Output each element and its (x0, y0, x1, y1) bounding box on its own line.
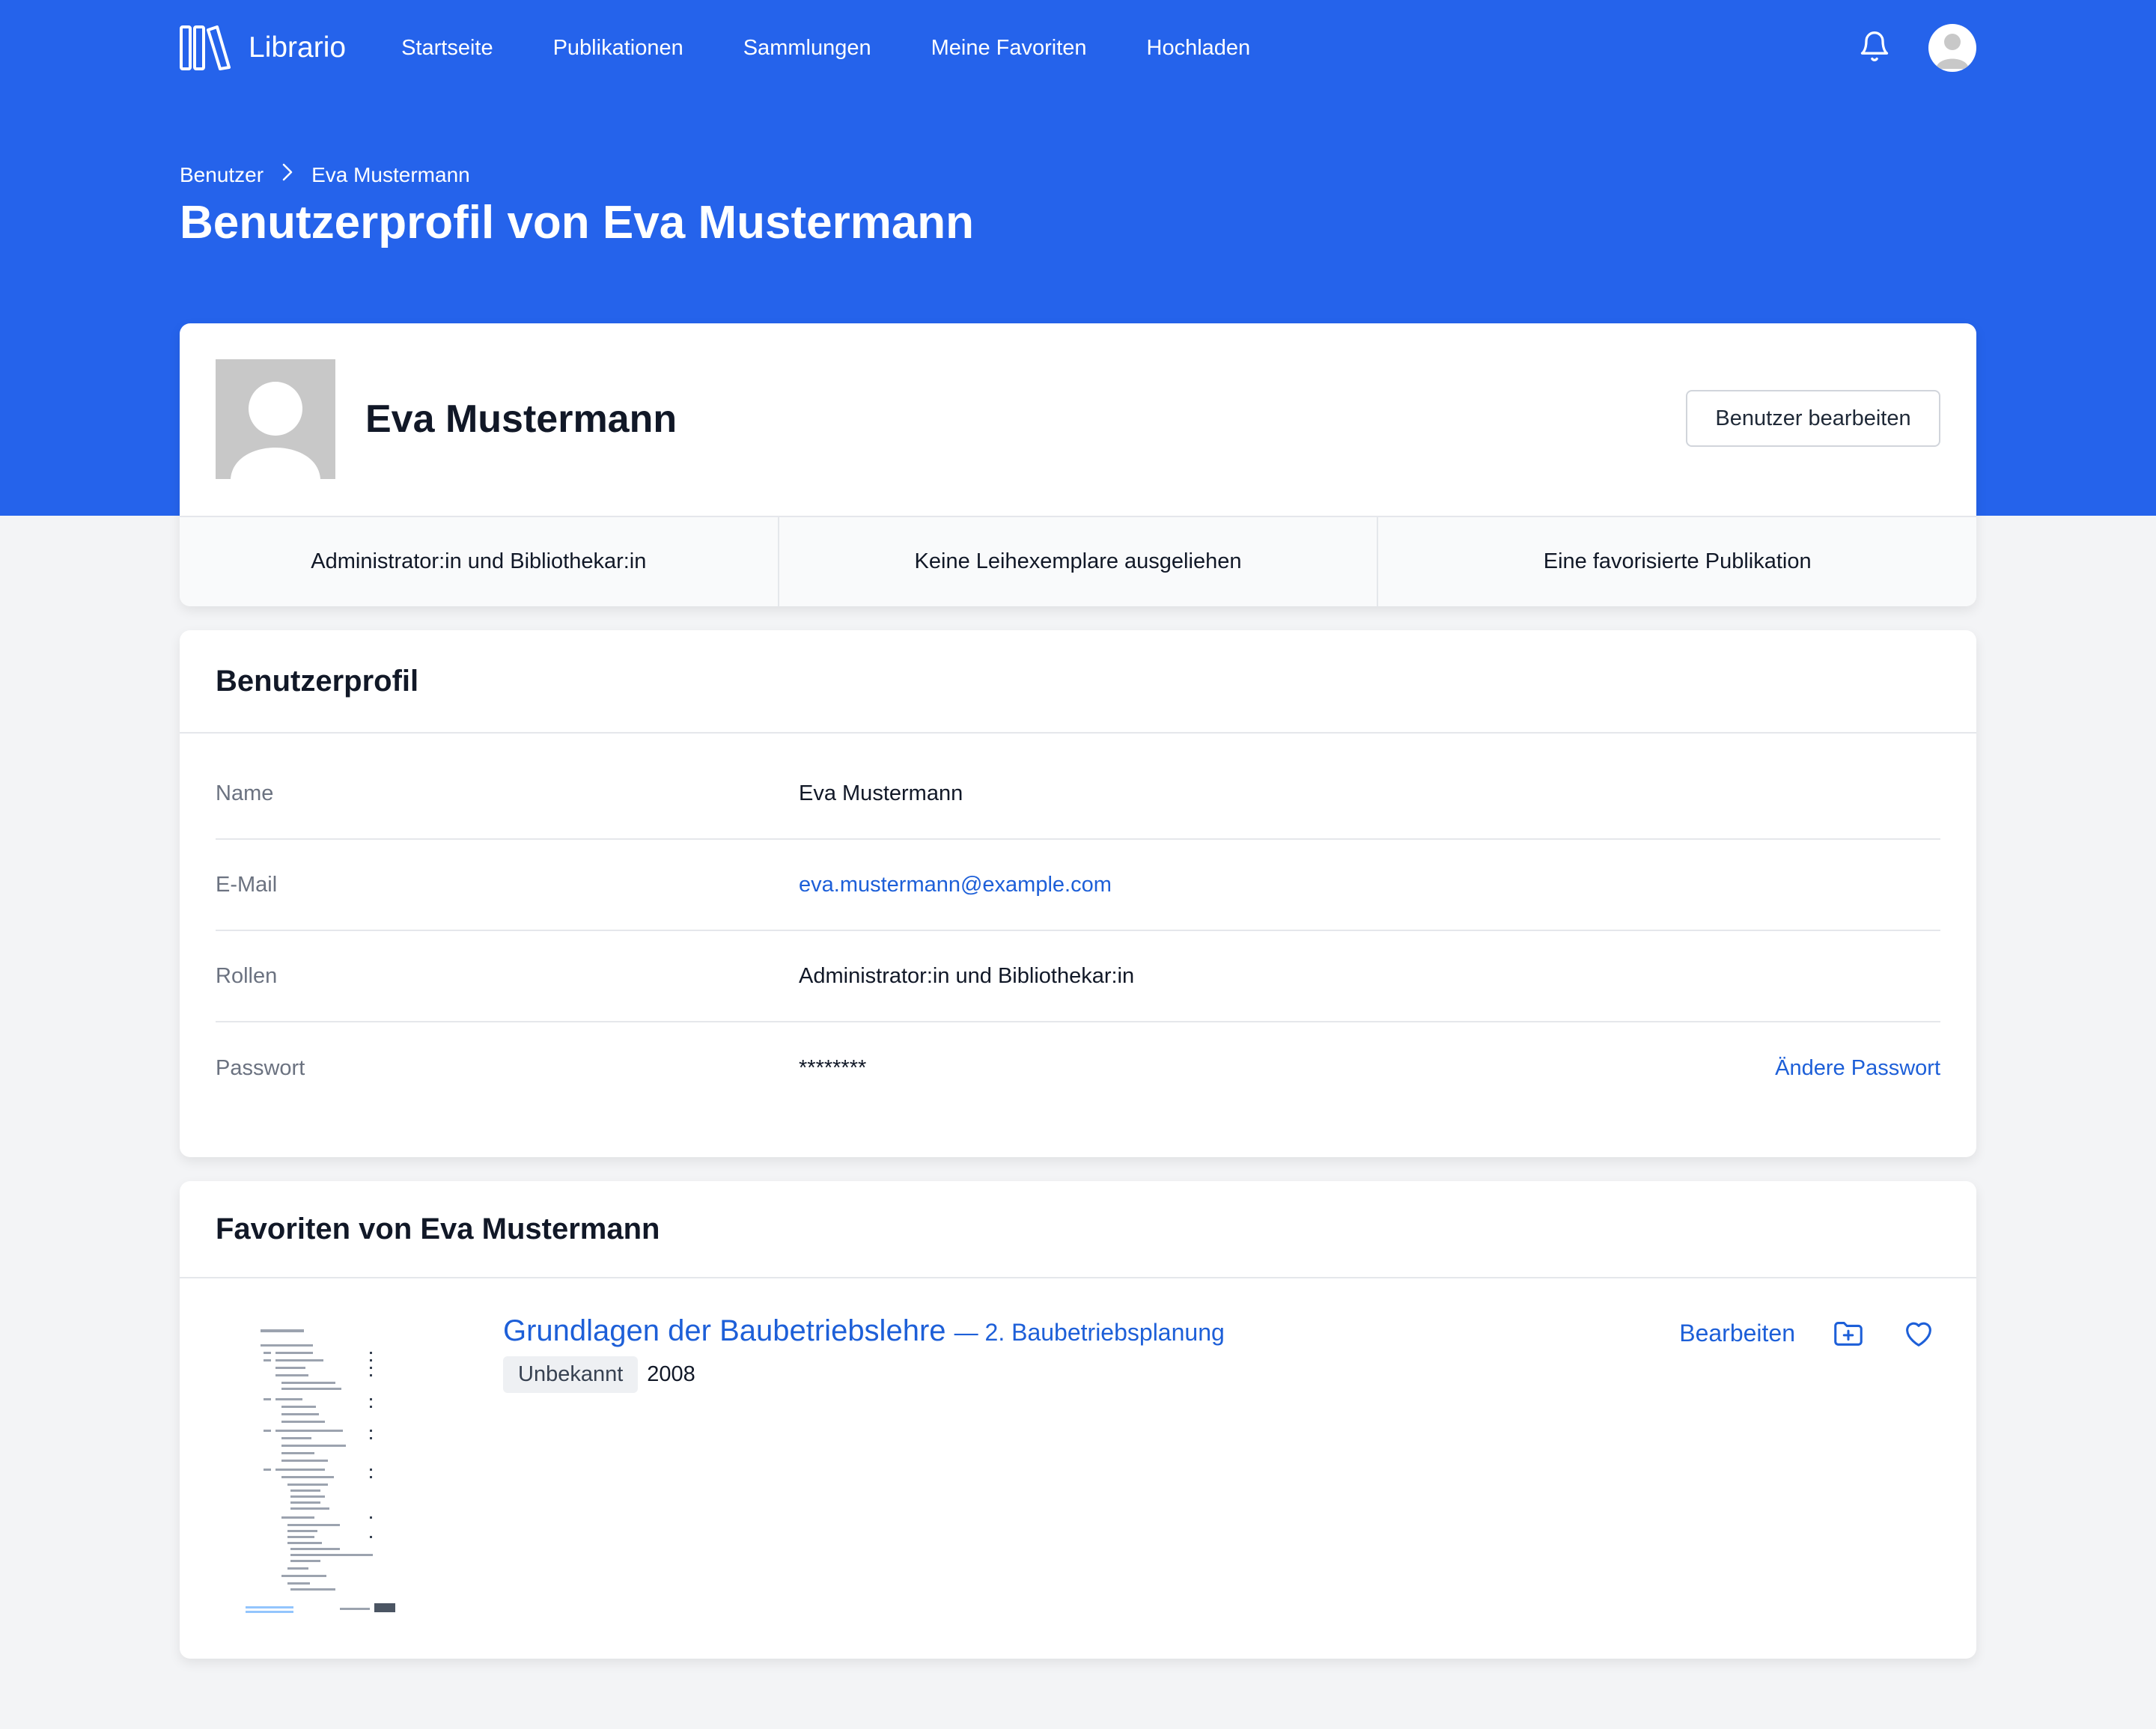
top-navigation: Librario Startseite Publikationen Sammlu… (180, 24, 1976, 72)
details-rows: Name Eva Mustermann E-Mail eva.musterman… (180, 748, 1976, 1114)
detail-row-password: Passwort ******** Ändere Passwort (216, 1022, 1940, 1114)
detail-label: E-Mail (216, 872, 278, 897)
stat-favorites: Eine favorisierte Publikation (1543, 549, 1812, 573)
edit-user-button[interactable]: Benutzer bearbeiten (1686, 390, 1940, 447)
change-password-link[interactable]: Ändere Passwort (1775, 1056, 1940, 1081)
author-badge: Unbekannt (503, 1356, 639, 1393)
publication-meta: Unbekannt 2008 (503, 1356, 695, 1393)
breadcrumb-current: Eva Mustermann (311, 162, 470, 186)
nav-sammlungen[interactable]: Sammlungen (743, 36, 871, 61)
nav-startseite[interactable]: Startseite (401, 36, 493, 61)
details-title: Benutzerprofil (180, 630, 1976, 734)
profile-details-card: Benutzerprofil Name Eva Mustermann E-Mai… (180, 630, 1976, 1157)
detail-row-name: Name Eva Mustermann (216, 748, 1940, 840)
favorite-actions: Bearbeiten (1679, 1316, 1936, 1350)
favorites-title: Favoriten von Eva Mustermann (180, 1181, 1976, 1278)
heart-icon[interactable] (1901, 1316, 1936, 1350)
publication-subtitle: — 2. Baubetriebsplanung (954, 1319, 1225, 1346)
profile-summary: Eva Mustermann Benutzer bearbeiten (180, 323, 1976, 516)
nav-right (1858, 24, 1976, 72)
nav-links: Startseite Publikationen Sammlungen Mein… (401, 36, 1250, 61)
detail-value: Eva Mustermann (799, 781, 963, 805)
bell-icon[interactable] (1858, 28, 1891, 68)
profile-stats: Administrator:in und Bibliothekar:in Kei… (180, 516, 1976, 606)
favorite-item: Grundlagen der Baubetriebslehre — 2. Bau… (180, 1278, 1976, 1657)
nav-meine-favoriten[interactable]: Meine Favoriten (931, 36, 1087, 61)
publication-title[interactable]: Grundlagen der Baubetriebslehre — 2. Bau… (503, 1314, 1225, 1348)
nav-hochladen[interactable]: Hochladen (1147, 36, 1251, 61)
publication-title-text: Grundlagen der Baubetriebslehre (503, 1314, 946, 1347)
profile-avatar-icon (216, 359, 335, 479)
detail-label: Rollen (216, 963, 278, 988)
favorites-card: Favoriten von Eva Mustermann Grundlagen … (180, 1181, 1976, 1659)
chevron-right-icon (280, 160, 295, 189)
nav-publikationen[interactable]: Publikationen (553, 36, 683, 61)
publication-year: 2008 (647, 1362, 695, 1386)
librario-logo-icon (180, 25, 231, 70)
document-preview-image (243, 1308, 412, 1623)
profile-card: Eva Mustermann Benutzer bearbeiten Admin… (180, 323, 1976, 606)
user-avatar[interactable] (1928, 24, 1976, 72)
profile-avatar (216, 359, 335, 479)
breadcrumb-parent[interactable]: Benutzer (180, 163, 264, 187)
user-avatar-icon (1936, 34, 1969, 69)
detail-label: Passwort (216, 1055, 305, 1080)
detail-row-email: E-Mail eva.mustermann@example.com (216, 840, 1940, 931)
edit-publication-link[interactable]: Bearbeiten (1679, 1320, 1795, 1347)
stat-roles: Administrator:in und Bibliothekar:in (180, 517, 779, 606)
stat-loans: Keine Leihexemplare ausgeliehen (779, 517, 1379, 606)
app-logo[interactable]: Librario (180, 25, 346, 70)
app-name: Librario (249, 31, 347, 64)
folder-plus-icon[interactable] (1831, 1316, 1866, 1350)
detail-value: Administrator:in und Bibliothekar:in (799, 963, 1135, 988)
publication-thumbnail[interactable] (243, 1308, 412, 1623)
profile-name: Eva Mustermann (365, 397, 677, 441)
detail-label: Name (216, 781, 274, 805)
page-title: Benutzerprofil von Eva Mustermann (180, 197, 975, 248)
breadcrumb: Benutzer Eva Mustermann (180, 160, 470, 189)
detail-row-roles: Rollen Administrator:in und Bibliothekar… (216, 931, 1940, 1022)
password-mask: ******** (799, 1055, 867, 1080)
email-link[interactable]: eva.mustermann@example.com (799, 873, 1112, 897)
